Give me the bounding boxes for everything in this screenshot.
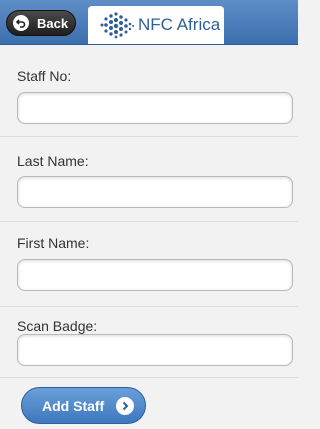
chevron-right-icon xyxy=(116,396,135,415)
staff-no-label: Staff No: xyxy=(17,68,72,84)
logo-text: NFC Africa xyxy=(138,15,221,34)
first-name-label: First Name: xyxy=(17,235,90,251)
staff-no-group: Staff No: xyxy=(0,45,298,137)
back-button[interactable]: Back xyxy=(6,10,76,36)
globe-dots-icon xyxy=(100,12,134,39)
last-name-label: Last Name: xyxy=(17,153,89,169)
staff-no-input[interactable] xyxy=(17,92,293,124)
first-name-group: First Name: xyxy=(0,222,298,307)
header-bar: Back NFC Africa xyxy=(0,0,298,45)
scan-badge-label: Scan Badge: xyxy=(17,318,98,334)
scan-badge-group: Scan Badge: xyxy=(0,307,298,378)
scan-badge-input[interactable] xyxy=(17,334,293,366)
last-name-input[interactable] xyxy=(17,176,293,208)
back-arrow-icon xyxy=(13,15,29,31)
back-button-label: Back xyxy=(37,15,69,31)
last-name-group: Last Name: xyxy=(0,137,298,222)
first-name-input[interactable] xyxy=(17,259,293,291)
add-staff-label: Add Staff xyxy=(42,397,105,414)
nfc-africa-logo: NFC Africa xyxy=(88,6,224,44)
add-staff-button[interactable]: Add Staff xyxy=(21,387,146,424)
